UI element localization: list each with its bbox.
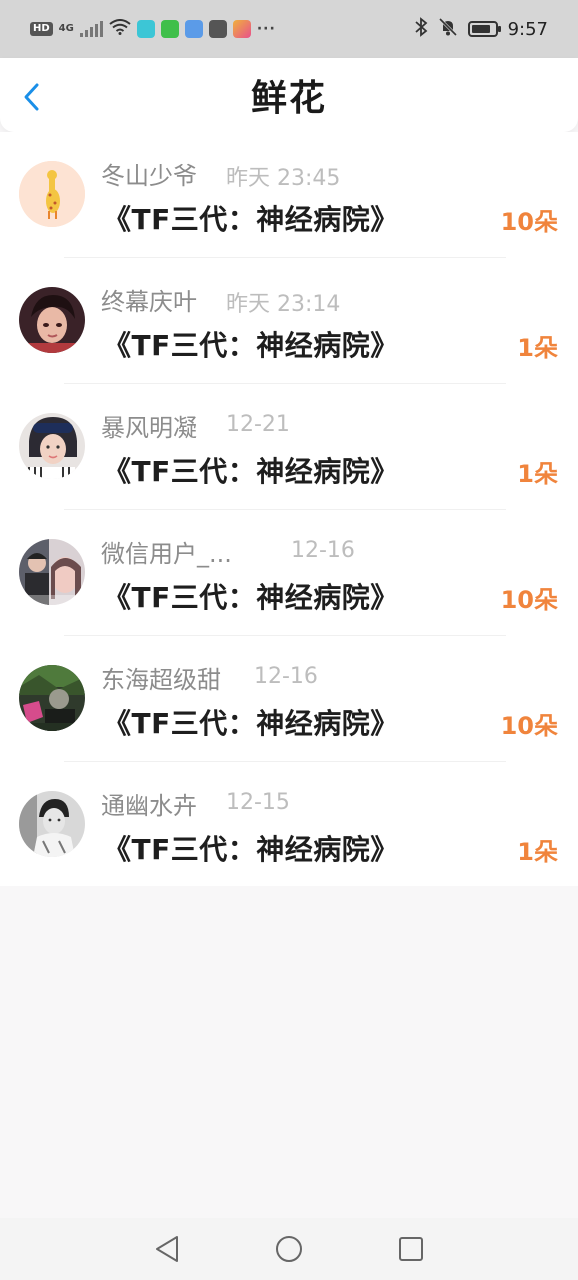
work-title: 《TF三代：神经病院》 bbox=[103, 203, 399, 236]
nav-back-button[interactable] bbox=[150, 1232, 184, 1266]
signal-icon bbox=[79, 21, 103, 37]
sent-time: 12-21 bbox=[226, 412, 290, 437]
system-nav-bar bbox=[0, 1218, 578, 1280]
top-app-bar: 鲜花 bbox=[0, 58, 578, 132]
status-right-icons: 9:57 bbox=[414, 17, 548, 41]
work-title: 《TF三代：神经病院》 bbox=[103, 455, 399, 488]
bluetooth-icon bbox=[414, 17, 428, 41]
avatar[interactable] bbox=[19, 665, 85, 731]
avatar[interactable] bbox=[19, 287, 85, 353]
network-type: 4G bbox=[58, 23, 74, 34]
sent-time: 12-15 bbox=[226, 790, 290, 815]
battery-app-icon bbox=[160, 20, 179, 38]
chevron-left-icon bbox=[24, 83, 39, 111]
list-item[interactable]: 暴风明凝 12-21 《TF三代：神经病院》 1朵 bbox=[0, 384, 578, 510]
flower-count: 1朵 bbox=[517, 334, 558, 362]
sent-time: 12-16 bbox=[254, 664, 318, 689]
flower-count: 1朵 bbox=[517, 460, 558, 488]
work-title: 《TF三代：神经病院》 bbox=[103, 707, 399, 740]
sent-time: 昨天 23:45 bbox=[226, 166, 341, 191]
sent-time: 12-16 bbox=[291, 538, 355, 563]
nav-home-button[interactable] bbox=[272, 1232, 306, 1266]
sender-name: 通幽水卉 bbox=[101, 792, 197, 820]
flower-count: 10朵 bbox=[500, 712, 558, 740]
square-recents-icon bbox=[399, 1237, 423, 1261]
more-notifications: ··· bbox=[256, 21, 276, 37]
work-title: 《TF三代：神经病院》 bbox=[103, 329, 399, 362]
page-title: 鲜花 bbox=[250, 78, 327, 119]
battery-icon bbox=[467, 21, 501, 37]
sender-name: 暴风明凝 bbox=[101, 414, 197, 442]
status-bar: HD 4G ··· 9:57 bbox=[0, 0, 578, 58]
work-title: 《TF三代：神经病院》 bbox=[103, 833, 399, 866]
status-left-icons: HD 4G ··· bbox=[30, 19, 276, 39]
list-item[interactable]: 通幽水卉 12-15 《TF三代：神经病院》 1朵 bbox=[0, 762, 578, 888]
status-time: 9:57 bbox=[507, 18, 548, 40]
flower-count: 10朵 bbox=[500, 208, 558, 236]
gallery-app-icon bbox=[184, 20, 203, 38]
app-icon bbox=[232, 20, 251, 38]
mute-bell-icon bbox=[438, 17, 458, 41]
back-button[interactable] bbox=[16, 80, 46, 114]
avatar[interactable] bbox=[19, 161, 85, 227]
nav-recents-button[interactable] bbox=[394, 1232, 428, 1266]
sender-name: 终幕庆叶 bbox=[101, 288, 197, 316]
hd-badge: HD bbox=[30, 22, 53, 36]
sent-time: 昨天 23:14 bbox=[226, 292, 341, 317]
sender-name: 微信用户_... bbox=[101, 540, 232, 568]
circle-home-icon bbox=[276, 1236, 302, 1262]
wifi-icon bbox=[109, 19, 131, 39]
flower-count: 10朵 bbox=[500, 586, 558, 614]
avatar[interactable] bbox=[19, 413, 85, 479]
list-item[interactable]: 终幕庆叶 昨天 23:14 《TF三代：神经病院》 1朵 bbox=[0, 258, 578, 384]
work-title: 《TF三代：神经病院》 bbox=[103, 581, 399, 614]
list-item[interactable]: 冬山少爷 昨天 23:45 《TF三代：神经病院》 10朵 bbox=[0, 132, 578, 258]
avatar[interactable] bbox=[19, 539, 85, 605]
triangle-back-icon bbox=[156, 1236, 178, 1262]
avatar[interactable] bbox=[19, 791, 85, 857]
fitness-app-icon bbox=[136, 20, 155, 38]
list-item[interactable]: 微信用户_... 12-16 《TF三代：神经病院》 10朵 bbox=[0, 510, 578, 636]
flower-list: 冬山少爷 昨天 23:45 《TF三代：神经病院》 10朵 终幕庆叶 昨天 23… bbox=[0, 132, 578, 886]
store-app-icon bbox=[208, 20, 227, 38]
sender-name: 冬山少爷 bbox=[101, 162, 197, 190]
sender-name: 东海超级甜 bbox=[101, 666, 221, 694]
list-item[interactable]: 东海超级甜 12-16 《TF三代：神经病院》 10朵 bbox=[0, 636, 578, 762]
flower-count: 1朵 bbox=[517, 838, 558, 866]
